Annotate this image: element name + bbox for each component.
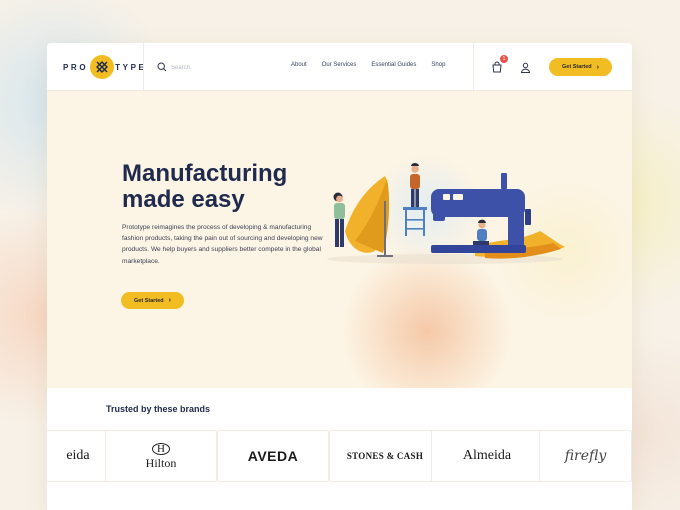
trusted-brands-section: Trusted by these brands eida H Hilton AV… xyxy=(47,388,632,510)
main-nav: About Our Services Essential Guides Shop xyxy=(291,62,460,68)
nav-item-about[interactable]: About xyxy=(291,62,307,68)
logo-text-left: PRO xyxy=(63,62,89,72)
brand-logo-almeida: Almeida xyxy=(431,430,543,482)
cart-count-badge: 1 xyxy=(500,55,508,63)
nav-item-essential-guides[interactable]: Essential Guides xyxy=(371,62,416,68)
nav-item-our-services[interactable]: Our Services xyxy=(322,62,357,68)
get-started-button[interactable]: Get Started › xyxy=(549,58,612,76)
header-divider xyxy=(143,43,144,91)
brand-name: Almeida xyxy=(462,448,512,463)
brand-logo-stones-and-cash: STONES & CASH xyxy=(329,430,441,482)
brand-name: STONES & CASH xyxy=(346,451,424,461)
brand-name: AVEDA xyxy=(247,448,299,464)
page-card: PRO TYPE About xyxy=(47,43,632,510)
hero-get-started-label: Get Started xyxy=(134,297,164,304)
get-started-label: Get Started xyxy=(562,64,592,70)
logo[interactable]: PRO TYPE xyxy=(63,55,146,79)
hero-get-started-button[interactable]: Get Started › xyxy=(121,292,184,309)
logo-text-right: TYPE xyxy=(115,62,147,72)
hero-title-line1: Manufacturing xyxy=(122,160,288,187)
hero-illustration xyxy=(327,163,565,264)
hero-description: Prototype reimagines the process of deve… xyxy=(122,224,323,265)
hero-title-line2: made easy xyxy=(122,186,245,213)
brand-name: firefly xyxy=(564,448,607,464)
top-navbar: PRO TYPE About xyxy=(47,43,632,91)
hilton-mark-icon: H xyxy=(152,443,170,455)
user-icon[interactable] xyxy=(520,60,531,78)
chevron-right-icon: › xyxy=(596,63,599,71)
chevron-right-icon: › xyxy=(168,297,171,304)
header-divider xyxy=(473,43,474,91)
search-box[interactable] xyxy=(157,59,261,77)
brands-title: Trusted by these brands xyxy=(106,404,211,414)
brand-name: Hilton xyxy=(145,456,177,470)
brand-logo-hilton: H Hilton xyxy=(105,430,217,482)
brand-logo-firefly: firefly xyxy=(539,430,632,482)
logo-mark-icon xyxy=(90,55,115,79)
brand-logo-almeida-partial: eida xyxy=(47,430,109,482)
search-icon[interactable] xyxy=(157,59,167,77)
brand-logo-aveda: AVEDA xyxy=(217,430,329,482)
nav-item-shop[interactable]: Shop xyxy=(431,62,445,68)
hero-title: Manufacturing made easy xyxy=(122,161,322,213)
search-input[interactable] xyxy=(171,65,261,71)
brand-name: eida xyxy=(66,448,90,463)
